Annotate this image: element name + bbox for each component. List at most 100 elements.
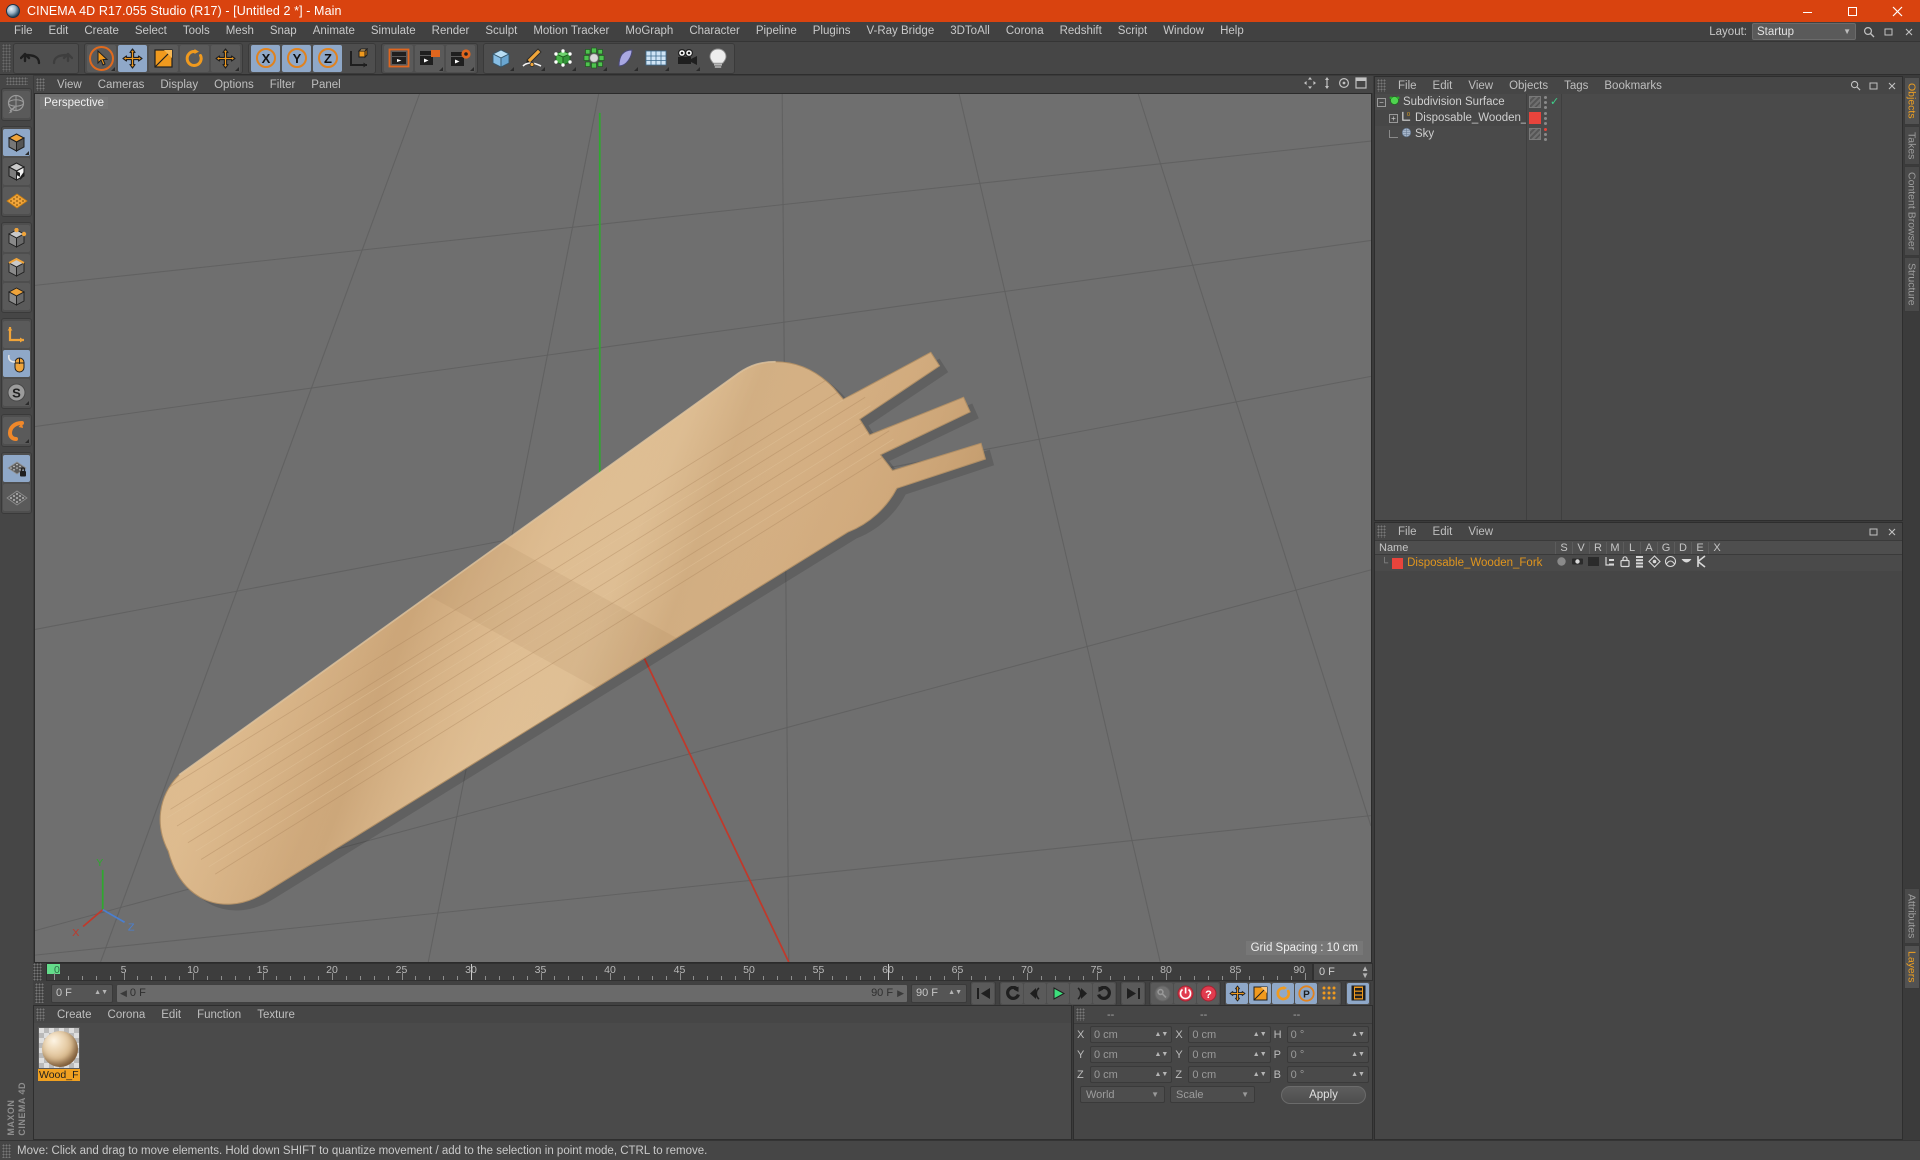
snap-settings-button[interactable]: S bbox=[3, 379, 30, 406]
layers-col-s[interactable]: S bbox=[1555, 541, 1572, 554]
parameter-key-button[interactable]: P bbox=[1295, 982, 1317, 1004]
size-x-input[interactable]: 0 cm ▲▼ bbox=[1188, 1026, 1271, 1043]
layers-col-e[interactable]: E bbox=[1691, 541, 1708, 554]
menu-3dtoall[interactable]: 3DToAll bbox=[942, 22, 998, 41]
workplane-grid-button[interactable] bbox=[3, 484, 30, 511]
layers-col-v[interactable]: V bbox=[1572, 541, 1589, 554]
render-settings-button[interactable] bbox=[446, 44, 475, 72]
tag-dots-icon[interactable] bbox=[1544, 111, 1547, 125]
material-tag-icon[interactable] bbox=[1529, 112, 1541, 124]
autokeying-button[interactable] bbox=[1174, 982, 1196, 1004]
transport-grip[interactable] bbox=[35, 983, 44, 1003]
range-right-arrow-icon[interactable]: ▶ bbox=[897, 988, 904, 999]
pos-z-input[interactable]: 0 cm ▲▼ bbox=[1090, 1066, 1173, 1083]
editable-object-mode[interactable] bbox=[3, 129, 30, 156]
add-floor-button[interactable] bbox=[641, 45, 670, 72]
generator-icon[interactable] bbox=[1648, 555, 1661, 571]
close-panel-icon[interactable] bbox=[1901, 24, 1916, 39]
tag-row-sky[interactable] bbox=[1527, 126, 1561, 142]
layers-menu-view[interactable]: View bbox=[1460, 525, 1501, 539]
tag-placeholder-icon[interactable] bbox=[1529, 128, 1541, 140]
tag-dots-icon[interactable] bbox=[1544, 95, 1547, 109]
next-keyframe-button[interactable] bbox=[1093, 982, 1115, 1004]
magnet-tool[interactable] bbox=[3, 417, 30, 444]
spinner-icon[interactable]: ▲▼ bbox=[1253, 1051, 1267, 1058]
go-to-start-button[interactable] bbox=[972, 982, 994, 1004]
menu-pipeline[interactable]: Pipeline bbox=[748, 22, 805, 41]
material-menu-function[interactable]: Function bbox=[189, 1008, 249, 1022]
tag-dots-icon[interactable] bbox=[1544, 127, 1547, 141]
material-menu-edit[interactable]: Edit bbox=[153, 1008, 189, 1022]
maximize-button[interactable] bbox=[1830, 0, 1875, 22]
viewport-menu-cameras[interactable]: Cameras bbox=[90, 78, 153, 92]
size-y-input[interactable]: 0 cm ▲▼ bbox=[1188, 1046, 1271, 1063]
maximize-view-icon[interactable] bbox=[1355, 76, 1367, 94]
tab-attributes[interactable]: Attributes bbox=[1903, 888, 1920, 945]
material-list[interactable]: Wood_F bbox=[34, 1023, 1071, 1139]
timeline-grip[interactable] bbox=[33, 963, 42, 981]
menu-simulate[interactable]: Simulate bbox=[363, 22, 424, 41]
menu-window[interactable]: Window bbox=[1155, 22, 1212, 41]
object-axis-mode[interactable] bbox=[3, 321, 30, 348]
step-back-button[interactable] bbox=[1024, 982, 1046, 1004]
deformer-icon[interactable] bbox=[1664, 555, 1677, 571]
layers-menu-file[interactable]: File bbox=[1390, 525, 1425, 539]
add-cube-button[interactable] bbox=[486, 45, 515, 72]
animation-icon[interactable] bbox=[1634, 555, 1645, 571]
points-mode[interactable] bbox=[3, 225, 30, 252]
zoom-view-icon[interactable] bbox=[1321, 76, 1333, 94]
go-to-end-button[interactable] bbox=[1122, 982, 1144, 1004]
menu-script[interactable]: Script bbox=[1110, 22, 1155, 41]
solo-dot-icon[interactable] bbox=[1555, 555, 1568, 571]
close-button[interactable] bbox=[1875, 0, 1920, 22]
restore-window-icon[interactable] bbox=[1866, 524, 1881, 539]
menu-mesh[interactable]: Mesh bbox=[218, 22, 262, 41]
viewport-menu-grip[interactable] bbox=[36, 78, 45, 91]
point-level-animation-button[interactable] bbox=[1318, 982, 1340, 1004]
layers-col-r[interactable]: R bbox=[1589, 541, 1606, 554]
tab-content-browser[interactable]: Content Browser bbox=[1903, 166, 1920, 257]
rotation-key-button[interactable] bbox=[1272, 982, 1294, 1004]
object-manager-grip[interactable] bbox=[1377, 79, 1386, 92]
timeline-toggle-button[interactable] bbox=[1347, 982, 1369, 1004]
search-icon[interactable] bbox=[1848, 78, 1863, 93]
pos-x-input[interactable]: 0 cm ▲▼ bbox=[1090, 1026, 1173, 1043]
scale-tool[interactable] bbox=[149, 44, 178, 72]
timeline-ruler[interactable]: 051015202530354045505560657075808590 bbox=[46, 963, 1313, 981]
object-menu-tags[interactable]: Tags bbox=[1556, 79, 1596, 93]
apply-button[interactable]: Apply bbox=[1281, 1085, 1366, 1104]
tag-row-subdivision-surface[interactable]: ✓ bbox=[1527, 94, 1561, 110]
lock-x-axis-button[interactable]: X bbox=[251, 44, 280, 72]
layers-col-l[interactable]: L bbox=[1623, 541, 1640, 554]
coordinate-mode-dropdown[interactable]: Scale ▼ bbox=[1170, 1086, 1255, 1103]
layers-col-a[interactable]: A bbox=[1640, 541, 1657, 554]
search-icon[interactable] bbox=[1861, 24, 1876, 39]
range-left-arrow-icon[interactable]: ◀ bbox=[120, 988, 127, 999]
pan-view-icon[interactable] bbox=[1304, 76, 1316, 94]
coordinates-grip[interactable] bbox=[1076, 1008, 1085, 1021]
viewport-solo-mode[interactable] bbox=[3, 350, 30, 377]
coordinate-system-dropdown[interactable]: World ▼ bbox=[1080, 1086, 1165, 1103]
spinner-icon[interactable]: ▲▼ bbox=[1351, 1031, 1365, 1038]
menu-plugins[interactable]: Plugins bbox=[805, 22, 859, 41]
tag-placeholder-icon[interactable] bbox=[1529, 96, 1541, 108]
undo-button[interactable] bbox=[16, 45, 45, 72]
object-menu-bookmarks[interactable]: Bookmarks bbox=[1596, 79, 1670, 93]
workplane-tool[interactable] bbox=[3, 91, 30, 118]
add-nurbs-button[interactable] bbox=[548, 45, 577, 72]
preview-range-slider[interactable]: ◀ 0 F 90 F ▶ bbox=[116, 983, 908, 1003]
extra-move-tool[interactable] bbox=[211, 44, 240, 72]
layer-color-swatch[interactable] bbox=[1392, 557, 1404, 569]
add-light-button[interactable] bbox=[703, 45, 732, 72]
menu-tools[interactable]: Tools bbox=[175, 22, 218, 41]
layers-menu-grip[interactable] bbox=[1377, 525, 1386, 538]
menu-character[interactable]: Character bbox=[681, 22, 748, 41]
spinner-icon[interactable]: ▲▼ bbox=[1351, 1051, 1365, 1058]
spinner-icon[interactable]: ▲▼ bbox=[1361, 965, 1369, 980]
viewport-menu-filter[interactable]: Filter bbox=[262, 78, 304, 92]
lock-z-axis-button[interactable]: Z bbox=[313, 44, 342, 72]
tag-row-disposable-wooden-fork[interactable] bbox=[1527, 110, 1561, 126]
live-selection-tool[interactable] bbox=[87, 44, 116, 72]
tab-takes[interactable]: Takes bbox=[1903, 125, 1920, 166]
object-row-disposable-wooden-fork[interactable]: + 0 Disposable_Wooden_Fork bbox=[1375, 110, 1526, 126]
